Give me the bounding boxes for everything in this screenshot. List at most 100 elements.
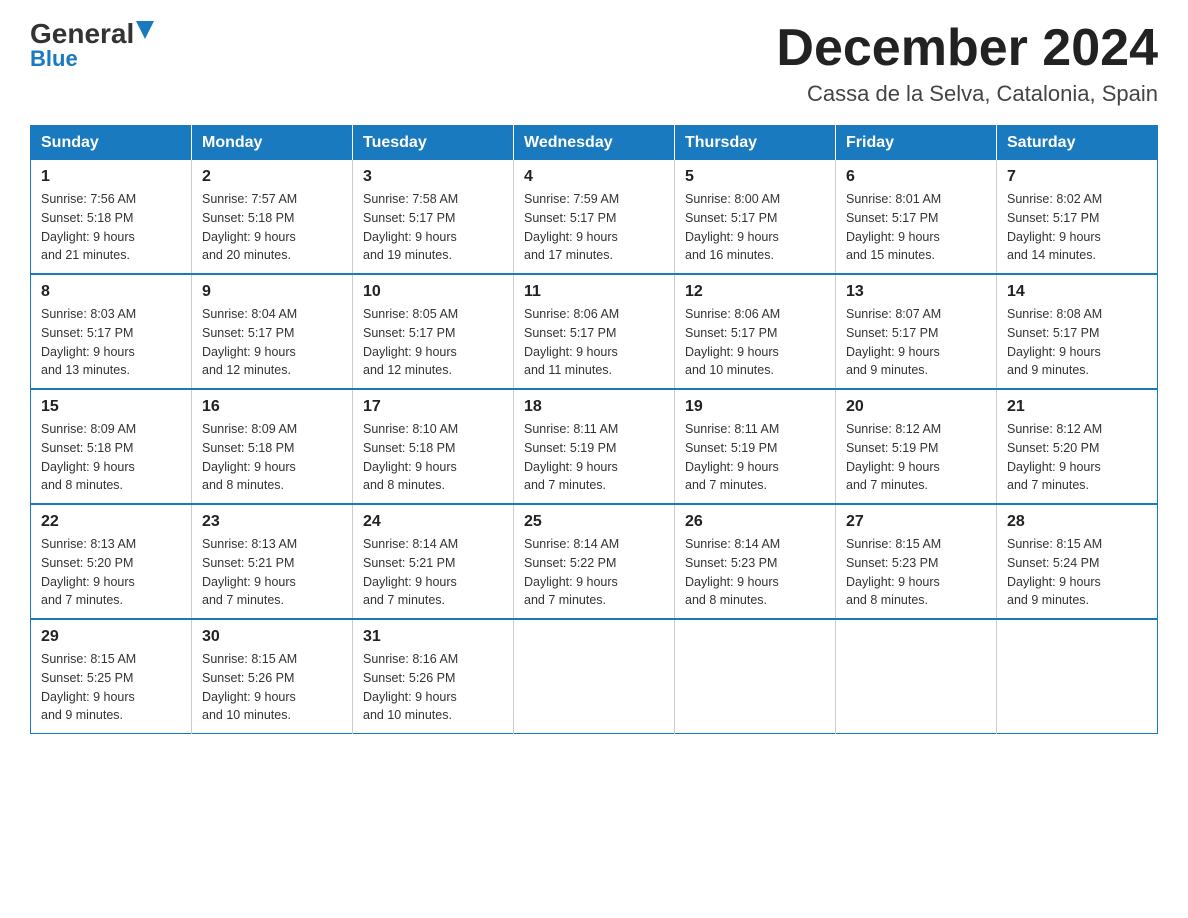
page-header: General Blue December 2024 Cassa de la S…	[30, 20, 1158, 107]
daylight-label: Daylight: 9 hours	[41, 460, 135, 474]
day-info: Sunrise: 8:13 AM Sunset: 5:21 PM Dayligh…	[202, 535, 342, 610]
day-number: 16	[202, 398, 342, 416]
calendar-cell-w5-d4	[514, 619, 675, 734]
daylight-minutes: and 17 minutes.	[524, 248, 613, 262]
header-tuesday: Tuesday	[353, 126, 514, 161]
daylight-label: Daylight: 9 hours	[202, 230, 296, 244]
sunset-label: Sunset: 5:17 PM	[524, 211, 616, 225]
day-number: 5	[685, 168, 825, 186]
daylight-label: Daylight: 9 hours	[363, 460, 457, 474]
daylight-label: Daylight: 9 hours	[846, 230, 940, 244]
calendar-cell-w1-d6: 6 Sunrise: 8:01 AM Sunset: 5:17 PM Dayli…	[836, 160, 997, 274]
sunrise-label: Sunrise: 8:16 AM	[363, 652, 458, 666]
calendar-cell-w4-d5: 26 Sunrise: 8:14 AM Sunset: 5:23 PM Dayl…	[675, 504, 836, 619]
day-info: Sunrise: 8:09 AM Sunset: 5:18 PM Dayligh…	[41, 420, 181, 495]
daylight-minutes: and 21 minutes.	[41, 248, 130, 262]
sunrise-label: Sunrise: 8:01 AM	[846, 192, 941, 206]
daylight-minutes: and 7 minutes.	[202, 593, 284, 607]
day-number: 18	[524, 398, 664, 416]
sunrise-label: Sunrise: 8:04 AM	[202, 307, 297, 321]
calendar-cell-w5-d3: 31 Sunrise: 8:16 AM Sunset: 5:26 PM Dayl…	[353, 619, 514, 734]
day-number: 17	[363, 398, 503, 416]
sunrise-label: Sunrise: 8:15 AM	[846, 537, 941, 551]
day-number: 3	[363, 168, 503, 186]
calendar-week-3: 15 Sunrise: 8:09 AM Sunset: 5:18 PM Dayl…	[31, 389, 1158, 504]
calendar-cell-w4-d4: 25 Sunrise: 8:14 AM Sunset: 5:22 PM Dayl…	[514, 504, 675, 619]
calendar-cell-w1-d4: 4 Sunrise: 7:59 AM Sunset: 5:17 PM Dayli…	[514, 160, 675, 274]
day-info: Sunrise: 8:12 AM Sunset: 5:19 PM Dayligh…	[846, 420, 986, 495]
sunrise-label: Sunrise: 8:15 AM	[1007, 537, 1102, 551]
sunset-label: Sunset: 5:19 PM	[524, 441, 616, 455]
daylight-label: Daylight: 9 hours	[363, 690, 457, 704]
day-info: Sunrise: 7:57 AM Sunset: 5:18 PM Dayligh…	[202, 190, 342, 265]
daylight-label: Daylight: 9 hours	[846, 575, 940, 589]
daylight-label: Daylight: 9 hours	[685, 230, 779, 244]
daylight-label: Daylight: 9 hours	[363, 345, 457, 359]
daylight-minutes: and 9 minutes.	[1007, 593, 1089, 607]
calendar-cell-w3-d6: 20 Sunrise: 8:12 AM Sunset: 5:19 PM Dayl…	[836, 389, 997, 504]
sunrise-label: Sunrise: 8:10 AM	[363, 422, 458, 436]
calendar-cell-w1-d5: 5 Sunrise: 8:00 AM Sunset: 5:17 PM Dayli…	[675, 160, 836, 274]
day-number: 9	[202, 283, 342, 301]
day-info: Sunrise: 8:06 AM Sunset: 5:17 PM Dayligh…	[685, 305, 825, 380]
day-number: 11	[524, 283, 664, 301]
logo-triangle-icon	[136, 21, 154, 39]
sunset-label: Sunset: 5:17 PM	[1007, 326, 1099, 340]
day-info: Sunrise: 8:13 AM Sunset: 5:20 PM Dayligh…	[41, 535, 181, 610]
daylight-label: Daylight: 9 hours	[202, 345, 296, 359]
daylight-minutes: and 8 minutes.	[202, 478, 284, 492]
sunset-label: Sunset: 5:18 PM	[202, 211, 294, 225]
sunrise-label: Sunrise: 8:00 AM	[685, 192, 780, 206]
daylight-minutes: and 12 minutes.	[363, 363, 452, 377]
daylight-minutes: and 8 minutes.	[685, 593, 767, 607]
sunrise-label: Sunrise: 8:15 AM	[41, 652, 136, 666]
sunset-label: Sunset: 5:26 PM	[363, 671, 455, 685]
daylight-minutes: and 14 minutes.	[1007, 248, 1096, 262]
logo-blue-text: Blue	[30, 46, 78, 72]
day-number: 28	[1007, 513, 1147, 531]
day-number: 29	[41, 628, 181, 646]
header-friday: Friday	[836, 126, 997, 161]
day-info: Sunrise: 8:07 AM Sunset: 5:17 PM Dayligh…	[846, 305, 986, 380]
day-number: 13	[846, 283, 986, 301]
day-number: 15	[41, 398, 181, 416]
day-number: 14	[1007, 283, 1147, 301]
calendar-cell-w5-d2: 30 Sunrise: 8:15 AM Sunset: 5:26 PM Dayl…	[192, 619, 353, 734]
day-info: Sunrise: 8:01 AM Sunset: 5:17 PM Dayligh…	[846, 190, 986, 265]
sunset-label: Sunset: 5:22 PM	[524, 556, 616, 570]
day-info: Sunrise: 8:09 AM Sunset: 5:18 PM Dayligh…	[202, 420, 342, 495]
calendar-cell-w2-d3: 10 Sunrise: 8:05 AM Sunset: 5:17 PM Dayl…	[353, 274, 514, 389]
sunset-label: Sunset: 5:18 PM	[202, 441, 294, 455]
calendar-cell-w5-d6	[836, 619, 997, 734]
calendar-header-row: Sunday Monday Tuesday Wednesday Thursday…	[31, 126, 1158, 161]
sunrise-label: Sunrise: 8:11 AM	[524, 422, 618, 436]
daylight-label: Daylight: 9 hours	[1007, 460, 1101, 474]
daylight-label: Daylight: 9 hours	[202, 690, 296, 704]
daylight-label: Daylight: 9 hours	[202, 460, 296, 474]
sunrise-label: Sunrise: 7:59 AM	[524, 192, 619, 206]
daylight-label: Daylight: 9 hours	[1007, 345, 1101, 359]
day-number: 24	[363, 513, 503, 531]
sunset-label: Sunset: 5:18 PM	[363, 441, 455, 455]
day-number: 21	[1007, 398, 1147, 416]
calendar-cell-w2-d2: 9 Sunrise: 8:04 AM Sunset: 5:17 PM Dayli…	[192, 274, 353, 389]
daylight-label: Daylight: 9 hours	[363, 575, 457, 589]
day-info: Sunrise: 8:15 AM Sunset: 5:24 PM Dayligh…	[1007, 535, 1147, 610]
sunrise-label: Sunrise: 8:12 AM	[1007, 422, 1102, 436]
day-number: 22	[41, 513, 181, 531]
calendar-cell-w4-d7: 28 Sunrise: 8:15 AM Sunset: 5:24 PM Dayl…	[997, 504, 1158, 619]
calendar-cell-w5-d7	[997, 619, 1158, 734]
calendar-cell-w4-d6: 27 Sunrise: 8:15 AM Sunset: 5:23 PM Dayl…	[836, 504, 997, 619]
calendar-cell-w2-d1: 8 Sunrise: 8:03 AM Sunset: 5:17 PM Dayli…	[31, 274, 192, 389]
day-number: 27	[846, 513, 986, 531]
day-info: Sunrise: 7:58 AM Sunset: 5:17 PM Dayligh…	[363, 190, 503, 265]
daylight-minutes: and 9 minutes.	[41, 708, 123, 722]
daylight-minutes: and 7 minutes.	[846, 478, 928, 492]
calendar-cell-w3-d4: 18 Sunrise: 8:11 AM Sunset: 5:19 PM Dayl…	[514, 389, 675, 504]
daylight-label: Daylight: 9 hours	[685, 460, 779, 474]
sunrise-label: Sunrise: 8:05 AM	[363, 307, 458, 321]
daylight-label: Daylight: 9 hours	[1007, 575, 1101, 589]
sunset-label: Sunset: 5:17 PM	[685, 326, 777, 340]
calendar-cell-w4-d2: 23 Sunrise: 8:13 AM Sunset: 5:21 PM Dayl…	[192, 504, 353, 619]
day-info: Sunrise: 8:11 AM Sunset: 5:19 PM Dayligh…	[524, 420, 664, 495]
